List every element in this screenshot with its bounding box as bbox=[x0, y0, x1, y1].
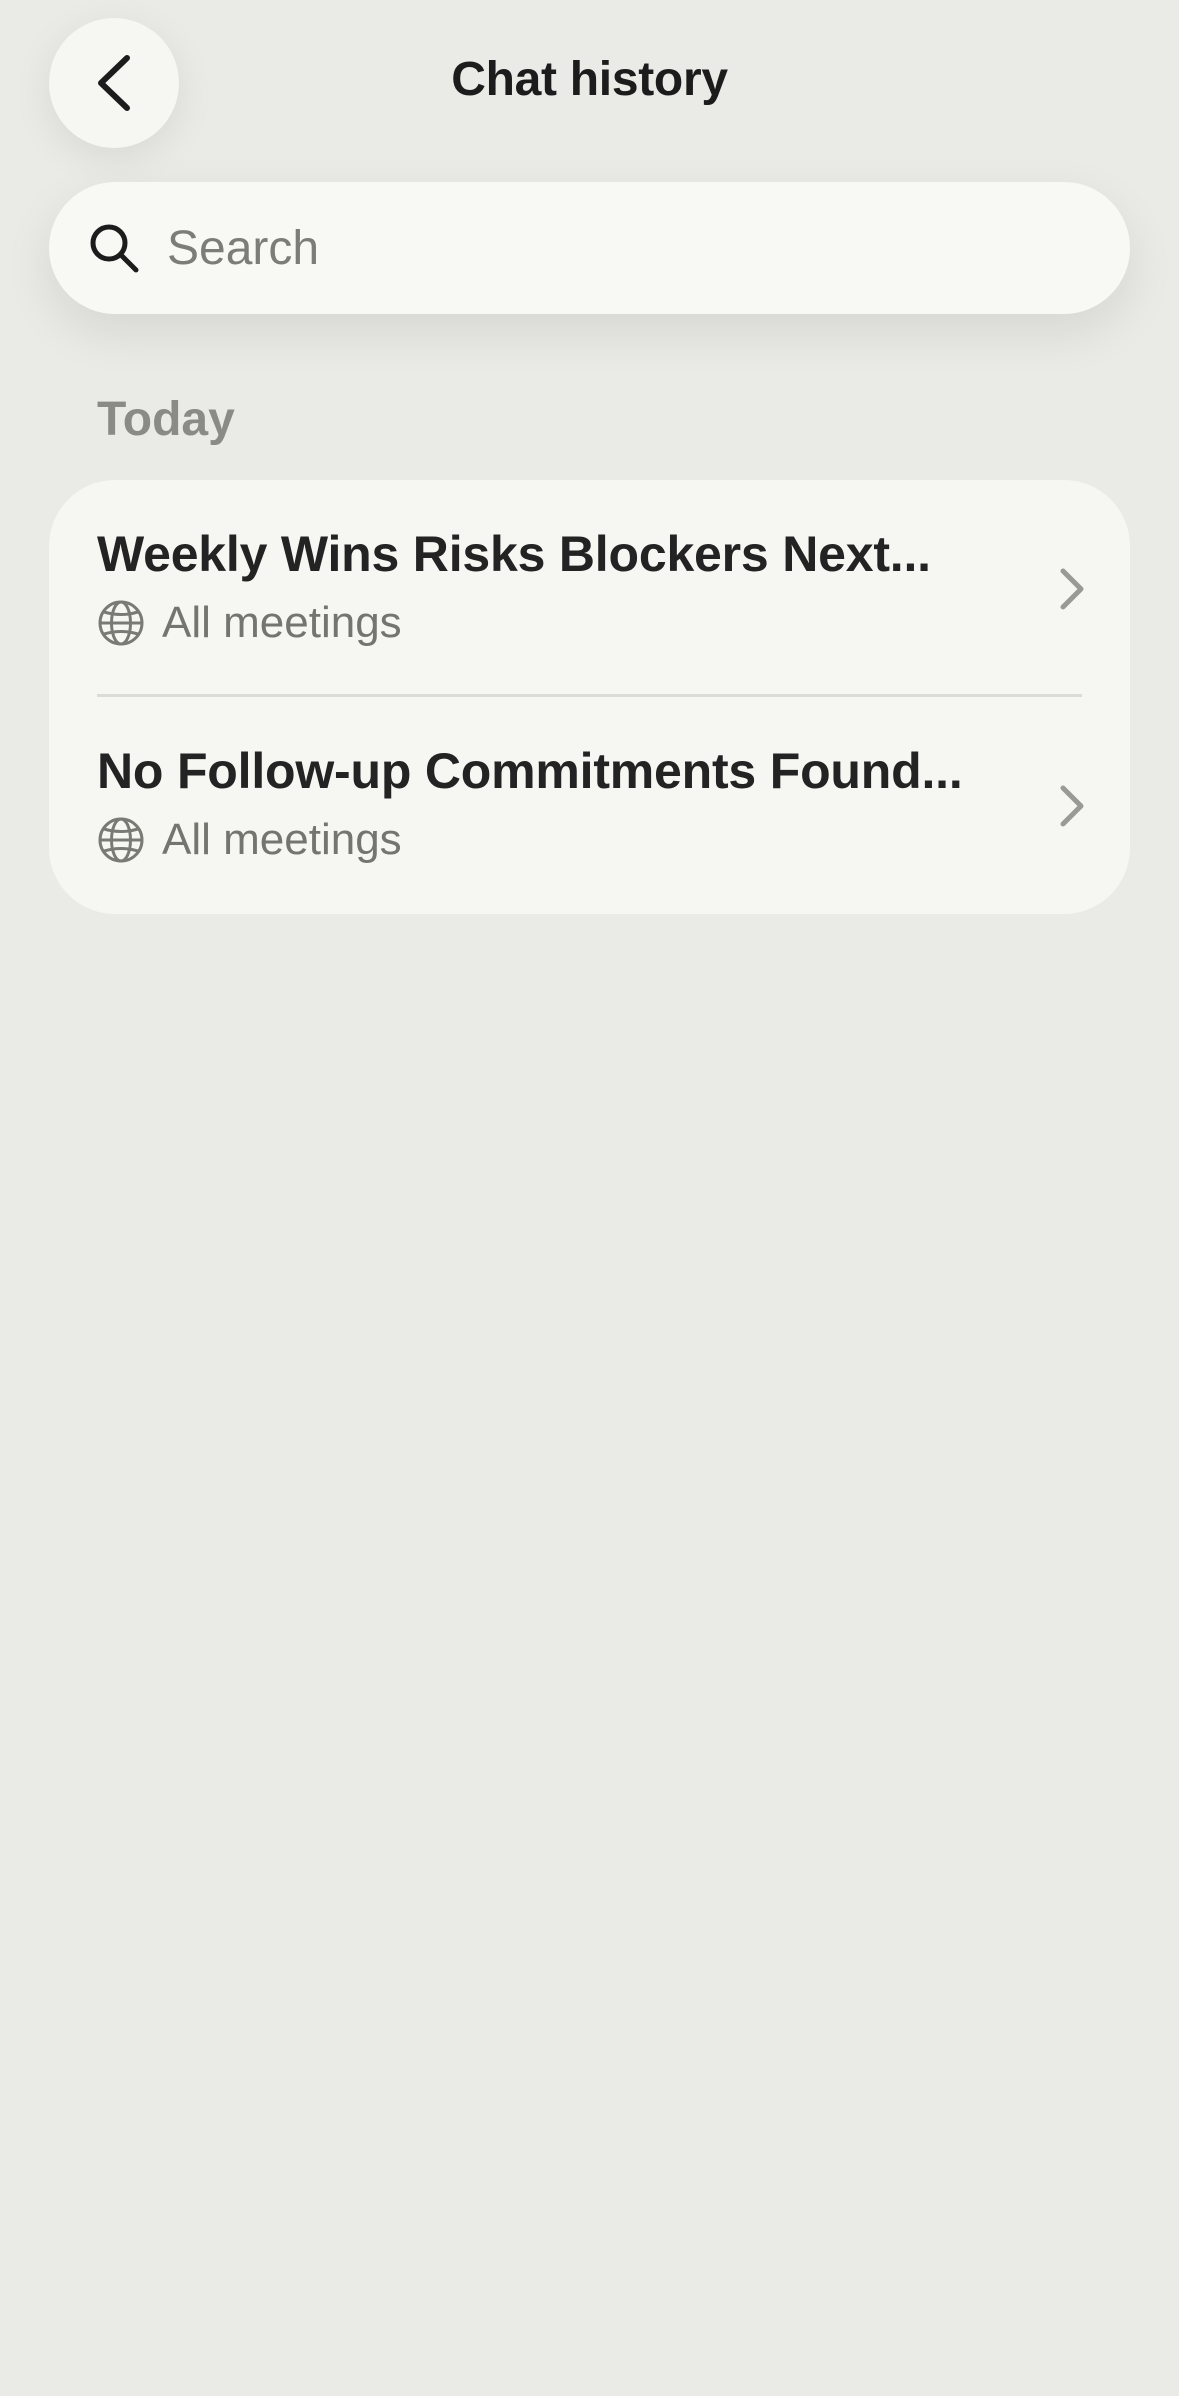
chat-meta: All meetings bbox=[97, 598, 402, 648]
chat-history-item[interactable]: Weekly Wins Risks Blockers Next... All m… bbox=[49, 480, 1130, 697]
chat-history-item[interactable]: No Follow-up Commitments Found... All me… bbox=[49, 697, 1130, 914]
chat-list-card: Weekly Wins Risks Blockers Next... All m… bbox=[49, 480, 1130, 914]
chat-meta: All meetings bbox=[97, 815, 402, 865]
section-label-today: Today bbox=[97, 393, 235, 446]
globe-icon bbox=[97, 599, 145, 647]
page-title: Chat history bbox=[451, 53, 728, 106]
chat-scope-label: All meetings bbox=[162, 598, 402, 647]
chat-title: Weekly Wins Risks Blockers Next... bbox=[97, 526, 931, 582]
search-input[interactable] bbox=[167, 208, 1067, 288]
chevron-right-icon bbox=[1051, 566, 1091, 612]
search-bar[interactable] bbox=[49, 182, 1130, 314]
header: Chat history bbox=[0, 0, 1179, 170]
globe-icon bbox=[97, 816, 145, 864]
chat-title: No Follow-up Commitments Found... bbox=[97, 743, 963, 799]
chevron-right-icon bbox=[1051, 783, 1091, 829]
search-icon bbox=[87, 221, 141, 275]
chat-scope-label: All meetings bbox=[162, 815, 402, 864]
